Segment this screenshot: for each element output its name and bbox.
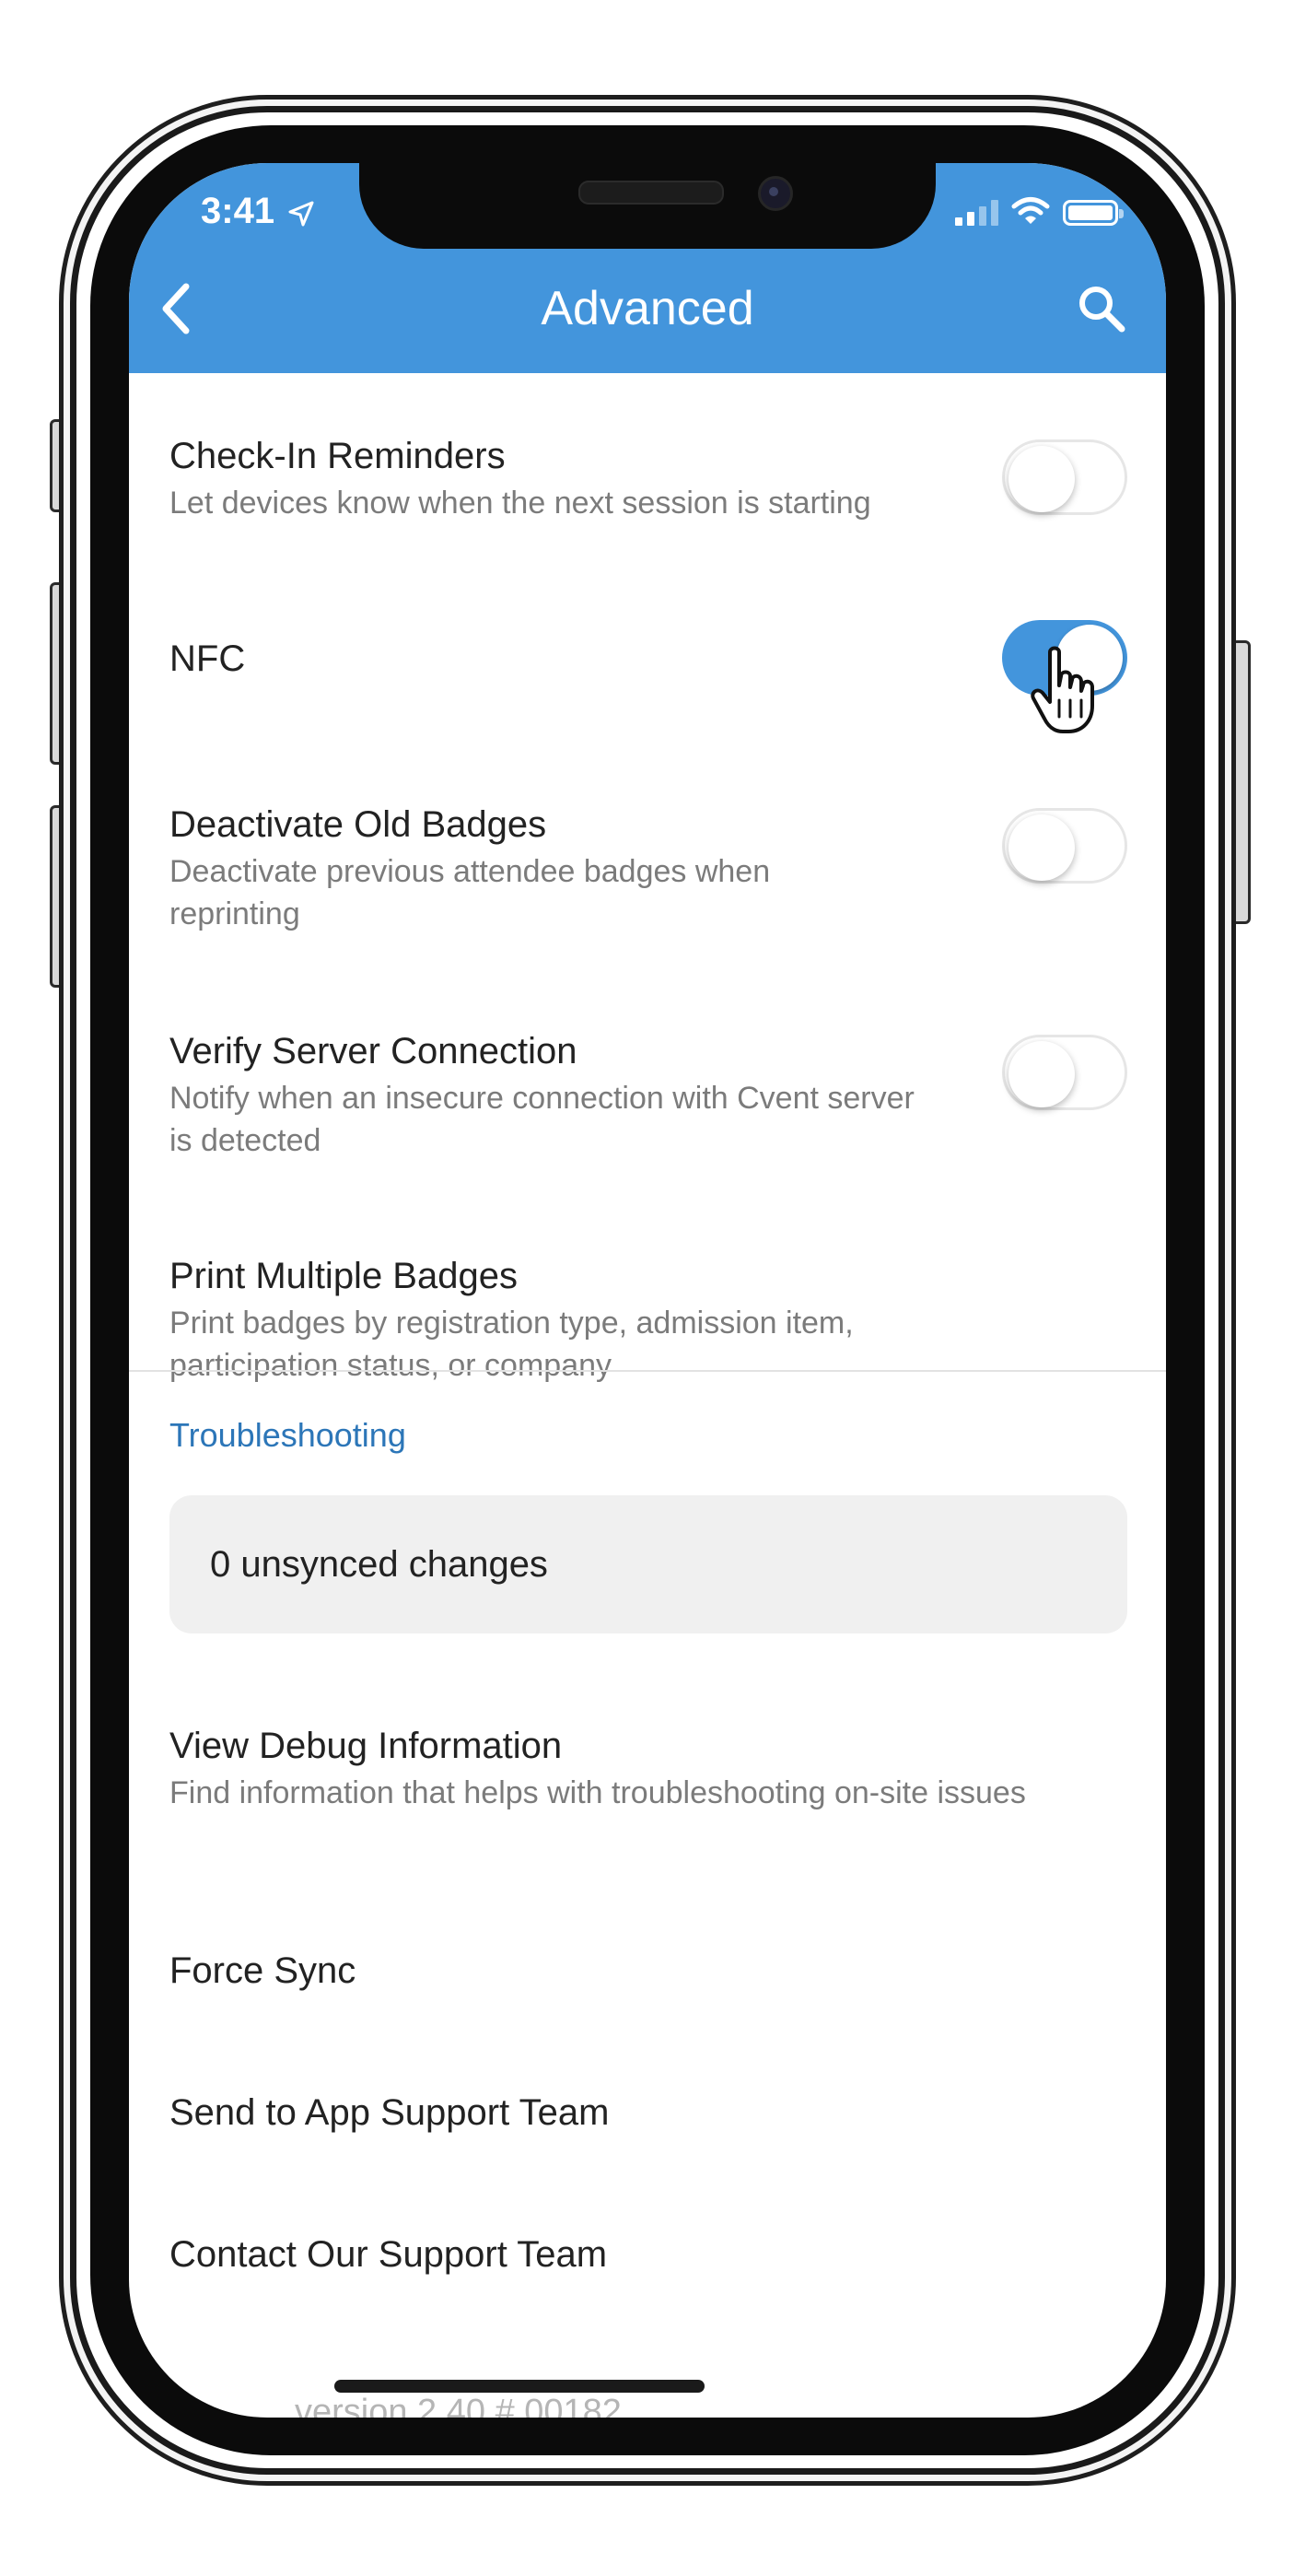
- check-in-reminders-toggle[interactable]: [1002, 439, 1127, 515]
- send-to-app-support-item[interactable]: Send to App Support Team: [169, 2092, 609, 2134]
- force-sync-item[interactable]: Force Sync: [169, 1950, 356, 1992]
- hand-cursor-icon: [1031, 646, 1094, 733]
- status-time: 3:41: [201, 191, 275, 231]
- wifi-icon: [1011, 197, 1050, 224]
- setting-deactivate-old-badges[interactable]: Deactivate Old Badges Deactivate previou…: [169, 802, 1127, 935]
- setting-check-in-reminders[interactable]: Check-In Reminders Let devices know when…: [169, 434, 1127, 524]
- app-screen: 3:41 Advanced Check-In Reminders Let dev…: [129, 163, 1166, 2418]
- setting-subtitle: Print badges by registration type, admis…: [169, 1306, 854, 1383]
- setting-title: Print Multiple Badges: [169, 1256, 518, 1296]
- location-arrow-icon: [288, 201, 314, 227]
- section-divider: [129, 1370, 1166, 1372]
- troubleshooting-header: Troubleshooting: [169, 1416, 406, 1454]
- version-label: version 2.40 # 00182: [295, 2393, 622, 2418]
- setting-print-multiple-badges[interactable]: Print Multiple Badges Print badges by re…: [169, 1254, 1127, 1387]
- setting-subtitle: Let devices know when the next session i…: [169, 486, 871, 521]
- setting-subtitle: Deactivate previous attendee badges when…: [169, 854, 771, 931]
- setting-title: View Debug Information: [169, 1726, 563, 1766]
- setting-title: Check-In Reminders: [169, 436, 506, 476]
- signal-icon: [955, 200, 998, 226]
- setting-title: NFC: [169, 638, 246, 679]
- front-camera: [758, 176, 793, 211]
- earpiece-speaker: [578, 181, 724, 205]
- setting-title: Deactivate Old Badges: [169, 804, 547, 845]
- contact-support-item[interactable]: Contact Our Support Team: [169, 2234, 607, 2276]
- setting-verify-server-connection[interactable]: Verify Server Connection Notify when an …: [169, 1029, 1127, 1162]
- battery-icon: [1063, 200, 1124, 226]
- verify-server-connection-toggle[interactable]: [1002, 1035, 1127, 1110]
- status-icons: [955, 196, 1124, 226]
- page-title: Advanced: [541, 282, 754, 335]
- setting-title: Verify Server Connection: [169, 1031, 577, 1071]
- setting-subtitle: Find information that helps with trouble…: [169, 1775, 1026, 1810]
- deactivate-old-badges-toggle[interactable]: [1002, 808, 1127, 884]
- unsynced-changes-box[interactable]: 0 unsynced changes: [169, 1495, 1127, 1633]
- home-indicator[interactable]: [334, 2380, 705, 2393]
- setting-nfc[interactable]: NFC: [169, 620, 1127, 696]
- view-debug-information[interactable]: View Debug Information Find information …: [169, 1724, 1127, 1814]
- setting-subtitle: Notify when an insecure connection with …: [169, 1081, 915, 1158]
- search-icon[interactable]: [1074, 281, 1129, 336]
